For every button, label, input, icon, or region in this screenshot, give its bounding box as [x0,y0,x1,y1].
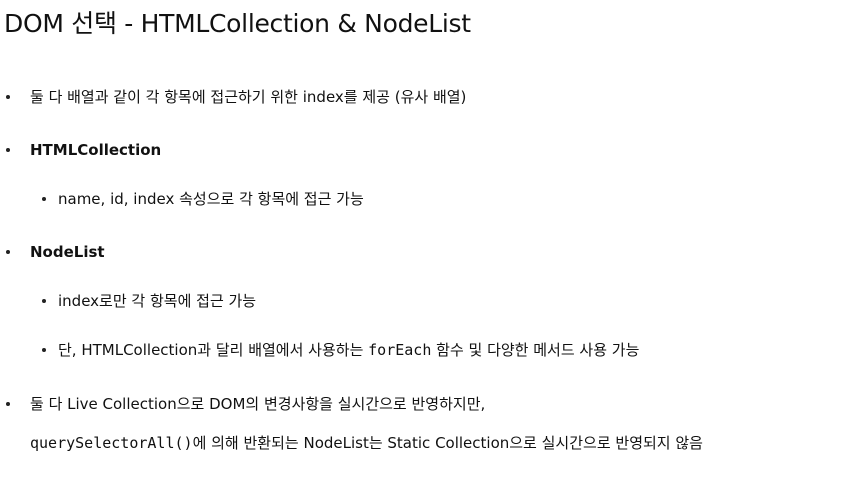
bullet-continuation-text: querySelectorAll()에 의해 반환되는 NodeList는 St… [30,433,703,453]
sub-bullet-dot [42,197,46,201]
text-segment: 함수 및 다양한 메서드 사용 가능 [431,341,640,359]
bullet-dot [6,250,10,254]
text-segment: 에 의해 반환되는 NodeList는 Static Collection으로 … [192,434,703,452]
bullet-dot [6,148,10,152]
sub-bullet-dot [42,299,46,303]
bullet-heading-htmlcollection: HTMLCollection [30,141,162,159]
bullet-dot [6,402,10,406]
inline-code: forEach [368,341,432,359]
inline-code: querySelectorAll() [30,434,193,452]
slide-title: DOM 선택 - HTMLCollection & NodeList [4,9,471,38]
bullet-heading-nodelist: NodeList [30,243,105,261]
sub-bullet-dot [42,348,46,352]
bullet-text: 둘 다 Live Collection으로 DOM의 변경사항을 실시간으로 반… [30,395,486,413]
sub-bullet-text: index로만 각 항목에 접근 가능 [58,292,257,310]
sub-bullet-text: name, id, index 속성으로 각 항목에 접근 가능 [58,190,364,208]
sub-bullet-text: 단, HTMLCollection과 달리 배열에서 사용하는 forEach … [58,340,639,360]
slide: DOM 선택 - HTMLCollection & NodeList 둘 다 배… [0,0,848,478]
text-segment: 단, HTMLCollection과 달리 배열에서 사용하는 [58,341,369,359]
bullet-text: 둘 다 배열과 같이 각 항목에 접근하기 위한 index를 제공 (유사 배… [30,88,467,106]
bullet-dot [6,95,10,99]
